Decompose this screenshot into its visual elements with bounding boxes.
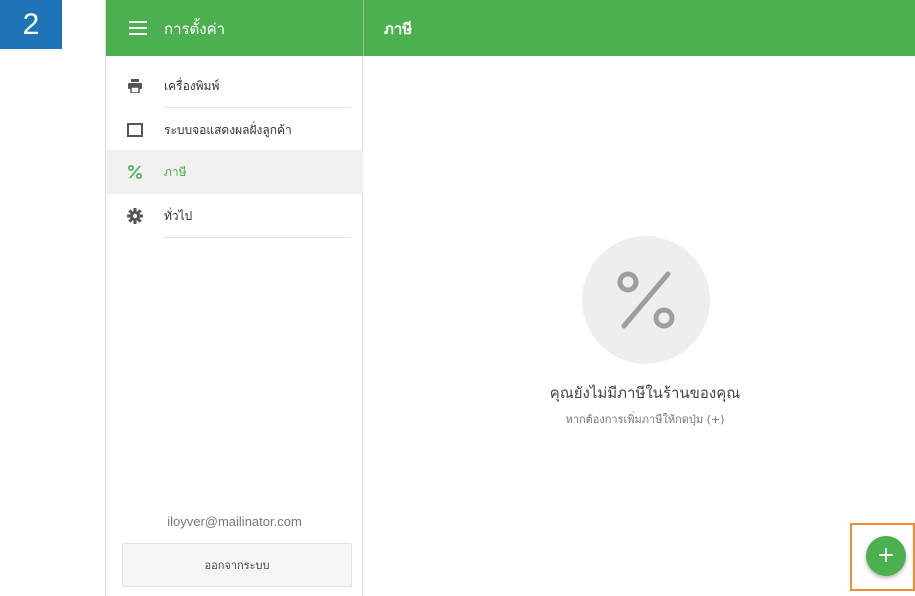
- plus-icon: +: [876, 543, 896, 568]
- sidebar-item-printer[interactable]: เครื่องพิมพ์: [106, 64, 363, 108]
- gear-icon: [126, 207, 144, 225]
- divider: [164, 237, 351, 238]
- add-tax-button[interactable]: +: [866, 536, 906, 576]
- empty-state-title: คุณยังไม่มีภาษีในร้านของคุณ: [549, 384, 741, 402]
- sidebar-item-taxes[interactable]: ภาษี: [106, 150, 363, 194]
- app-bar: การตั้งค่า ภาษี: [106, 0, 915, 56]
- account-email: iloyver@mailinator.com: [167, 514, 302, 529]
- settings-title: การตั้งค่า: [164, 20, 226, 38]
- sidebar-item-customer-display[interactable]: ระบบจอแสดงผลฝั่งลูกค้า: [106, 108, 363, 152]
- app-window: การตั้งค่า ภาษี เครื่องพิมพ์ ระบบจอแสดงผ: [105, 0, 915, 596]
- display-icon: [126, 121, 144, 139]
- sidebar-item-label: เครื่องพิมพ์: [164, 79, 220, 93]
- percent-icon: [126, 163, 144, 181]
- empty-state-illustration: [582, 236, 710, 364]
- appbar-divider: [363, 0, 364, 56]
- percent-icon: [617, 271, 675, 329]
- sidebar-item-label: ทั่วไป: [164, 209, 193, 223]
- printer-icon: [126, 77, 144, 95]
- hamburger-icon[interactable]: [128, 18, 148, 38]
- logout-button[interactable]: ออกจากระบบ: [122, 543, 352, 587]
- step-number-badge: 2: [0, 0, 62, 49]
- empty-state-hint: หากต้องการเพิ่มภาษีให้กดปุ่ม (+): [565, 413, 725, 426]
- taxes-content: คุณยังไม่มีภาษีในร้านของคุณ หากต้องการเพ…: [364, 56, 915, 596]
- sidebar-item-general[interactable]: ทั่วไป: [106, 194, 363, 238]
- sidebar-item-label: ภาษี: [164, 165, 187, 179]
- sidebar-item-label: ระบบจอแสดงผลฝั่งลูกค้า: [164, 123, 292, 137]
- settings-sidebar: เครื่องพิมพ์ ระบบจอแสดงผลฝั่งลูกค้า ภาษี: [106, 56, 363, 596]
- page-title: ภาษี: [384, 20, 413, 38]
